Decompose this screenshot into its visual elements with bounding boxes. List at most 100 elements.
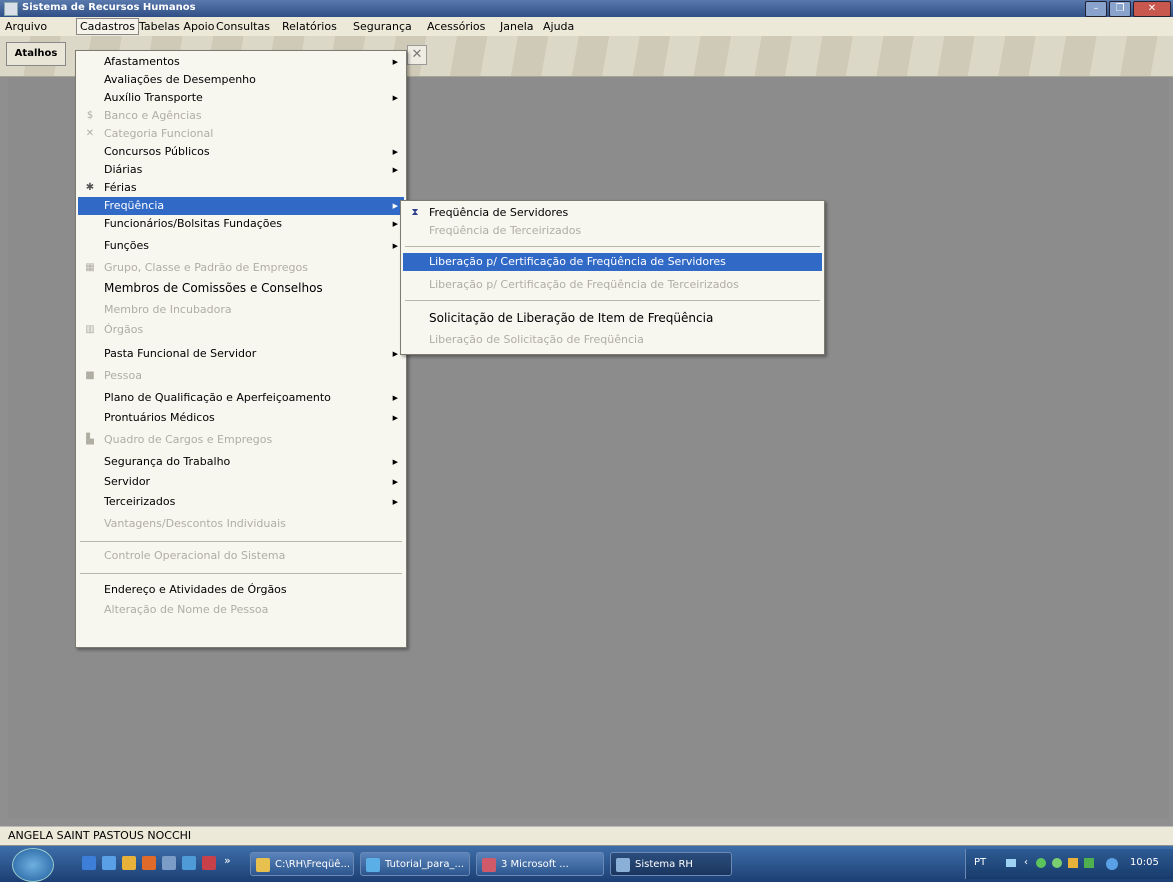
menu-item-label: Terceirizados (104, 495, 176, 508)
task-explorer[interactable]: C:\RH\Freqüê... (250, 852, 354, 876)
menu-item-vantagens-descontos[interactable]: Vantagens/Descontos Individuais (78, 515, 404, 533)
app-icon[interactable] (202, 856, 216, 870)
menu-item-avaliacoes[interactable]: Avaliações de Desempenho (78, 71, 404, 89)
menu-item-label: Diárias (104, 163, 143, 176)
menu-item-membro-incubadora[interactable]: Membro de Incubadora (78, 301, 404, 319)
title-bar: Sistema de Recursos Humanos – ❐ ✕ (0, 0, 1173, 17)
menu-item-auxilio-transporte[interactable]: Auxílio Transporte ▶ (78, 89, 404, 107)
folder-icon (256, 858, 270, 872)
menu-item-label: Alteração de Nome de Pessoa (104, 603, 269, 616)
menu-item-label: Prontuários Médicos (104, 411, 215, 424)
submenu-item-liberacao-servidores[interactable]: Liberação p/ Certificação de Freqüência … (403, 253, 822, 271)
desktop-icon[interactable] (102, 856, 116, 870)
system-tray: PT ‹ 10:05 (965, 849, 1173, 879)
task-tutorial[interactable]: Tutorial_para_... (360, 852, 470, 876)
menu-item-categoria-funcional[interactable]: ✕ Categoria Funcional (78, 125, 404, 143)
menu-item-concursos[interactable]: Concursos Públicos ▶ (78, 143, 404, 161)
menu-item-prontuarios[interactable]: Prontuários Médicos ▶ (78, 409, 404, 427)
submenu-arrow-icon: ▶ (392, 498, 398, 506)
app-icon[interactable] (162, 856, 176, 870)
menu-item-label: Pasta Funcional de Servidor (104, 347, 257, 360)
menu-relatorios[interactable]: Relatórios (279, 19, 340, 34)
menu-item-label: Avaliações de Desempenho (104, 73, 256, 86)
task-sistema-rh[interactable]: Sistema RH (610, 852, 732, 876)
menu-item-alteracao-nome[interactable]: Alteração de Nome de Pessoa (78, 601, 404, 619)
menu-item-terceirizados[interactable]: Terceirizados ▶ (78, 493, 404, 511)
menu-item-label: Membro de Incubadora (104, 303, 232, 316)
atalhos-button[interactable]: Atalhos (6, 42, 66, 66)
submenu-item-liberacao-solicitacao[interactable]: Liberação de Solicitação de Freqüência (403, 331, 822, 349)
menu-janela[interactable]: Janela (497, 19, 537, 34)
menu-item-endereco-atividades[interactable]: Endereço e Atividades de Órgãos (78, 581, 404, 599)
tray-app-icon[interactable] (1106, 858, 1118, 870)
menu-seguranca[interactable]: Segurança (350, 19, 415, 34)
menu-ajuda[interactable]: Ajuda (540, 19, 577, 34)
menu-item-ferias[interactable]: ✱ Férias (78, 179, 404, 197)
window-controls: – ❐ ✕ (1085, 1, 1171, 17)
menu-item-label: Quadro de Cargos e Empregos (104, 433, 273, 446)
submenu-item-solicitacao-liberacao[interactable]: Solicitação de Liberação de Item de Freq… (403, 309, 822, 327)
document-icon (366, 858, 380, 872)
menu-item-controle-operacional[interactable]: Controle Operacional do Sistema (78, 547, 404, 565)
menu-item-pasta-funcional[interactable]: Pasta Funcional de Servidor ▶ (78, 345, 404, 363)
start-button[interactable] (12, 848, 54, 882)
menu-cadastros[interactable]: Cadastros (76, 18, 139, 35)
menu-item-afastamentos[interactable]: Afastamentos ▶ (78, 53, 404, 71)
chevron-left-icon[interactable]: ‹ (1024, 857, 1028, 868)
close-window-button[interactable]: ✕ (1133, 1, 1171, 17)
menu-item-label: Endereço e Atividades de Órgãos (104, 583, 287, 596)
menu-item-diarias[interactable]: Diárias ▶ (78, 161, 404, 179)
submenu-arrow-icon: ▶ (392, 202, 398, 210)
menu-separator (80, 541, 402, 542)
menu-item-label: Pessoa (104, 369, 142, 382)
menu-tabelas-apoio[interactable]: Tabelas Apoio (136, 19, 217, 34)
building-icon: ▥ (85, 324, 95, 335)
antivirus-icon[interactable] (1052, 858, 1062, 868)
menu-item-funcoes[interactable]: Funções ▶ (78, 237, 404, 255)
menu-item-pessoa[interactable]: ■ Pessoa (78, 367, 404, 385)
submenu-item-frequencia-terceirizados[interactable]: Freqüência de Terceirizados (403, 222, 822, 240)
keyboard-icon[interactable] (1006, 859, 1016, 867)
menu-item-membros-comissoes[interactable]: Membros de Comissões e Conselhos (78, 279, 404, 297)
folder-icon[interactable] (122, 856, 136, 870)
submenu-item-frequencia-servidores[interactable]: ⧗ Freqüência de Servidores (403, 204, 822, 222)
submenu-item-liberacao-terceirizados[interactable]: Liberação p/ Certificação de Freqüência … (403, 276, 822, 294)
submenu-arrow-icon: ▶ (392, 478, 398, 486)
chart-icon: ▙ (86, 434, 94, 445)
menu-item-funcionarios-bolsistas[interactable]: Funcionários/Bolsitas Fundações ▶ (78, 215, 404, 233)
submenu-arrow-icon: ▶ (392, 148, 398, 156)
menu-item-label: Freqüência de Terceirizados (429, 224, 582, 237)
menu-acessorios[interactable]: Acessórios (424, 19, 488, 34)
menu-item-seguranca-trabalho[interactable]: Segurança do Trabalho ▶ (78, 453, 404, 471)
firefox-icon[interactable] (142, 856, 156, 870)
menu-item-label: Órgãos (104, 323, 144, 336)
app-icon[interactable] (182, 856, 196, 870)
ie-icon[interactable] (82, 856, 96, 870)
taskbar: » C:\RH\Freqüê... Tutorial_para_... 3 Mi… (0, 846, 1173, 882)
maximize-button[interactable]: ❐ (1109, 1, 1131, 17)
submenu-arrow-icon: ▶ (392, 166, 398, 174)
close-icon[interactable]: ✕ (407, 45, 427, 65)
menu-item-orgaos[interactable]: ▥ Órgãos (78, 321, 404, 339)
clock[interactable]: 10:05 (1130, 857, 1159, 868)
menu-item-grupo-classe[interactable]: ▦ Grupo, Classe e Padrão de Empregos (78, 259, 404, 277)
submenu-arrow-icon: ▶ (392, 242, 398, 250)
menu-consultas[interactable]: Consultas (213, 19, 273, 34)
tray-app-icon[interactable] (1084, 858, 1094, 868)
menu-separator (80, 573, 402, 574)
menu-arquivo[interactable]: Arquivo (2, 19, 50, 34)
task-label: C:\RH\Freqüê... (275, 859, 350, 870)
menu-item-banco-agencias[interactable]: $ Banco e Agências (78, 107, 404, 125)
menu-item-quadro-cargos[interactable]: ▙ Quadro de Cargos e Empregos (78, 431, 404, 449)
menu-item-plano-qualificacao[interactable]: Plano de Qualificação e Aperfeiçoamento ▶ (78, 389, 404, 407)
chevron-icon[interactable]: » (224, 854, 231, 867)
tray-app-icon[interactable] (1068, 858, 1078, 868)
app-icon[interactable] (4, 2, 18, 16)
menu-item-servidor[interactable]: Servidor ▶ (78, 473, 404, 491)
submenu-arrow-icon: ▶ (392, 94, 398, 102)
minimize-button[interactable]: – (1085, 1, 1107, 17)
network-icon[interactable] (1036, 858, 1046, 868)
language-indicator[interactable]: PT (974, 857, 986, 868)
menu-item-frequencia[interactable]: Freqüência ▶ (78, 197, 404, 215)
task-microsoft[interactable]: 3 Microsoft ... (476, 852, 604, 876)
